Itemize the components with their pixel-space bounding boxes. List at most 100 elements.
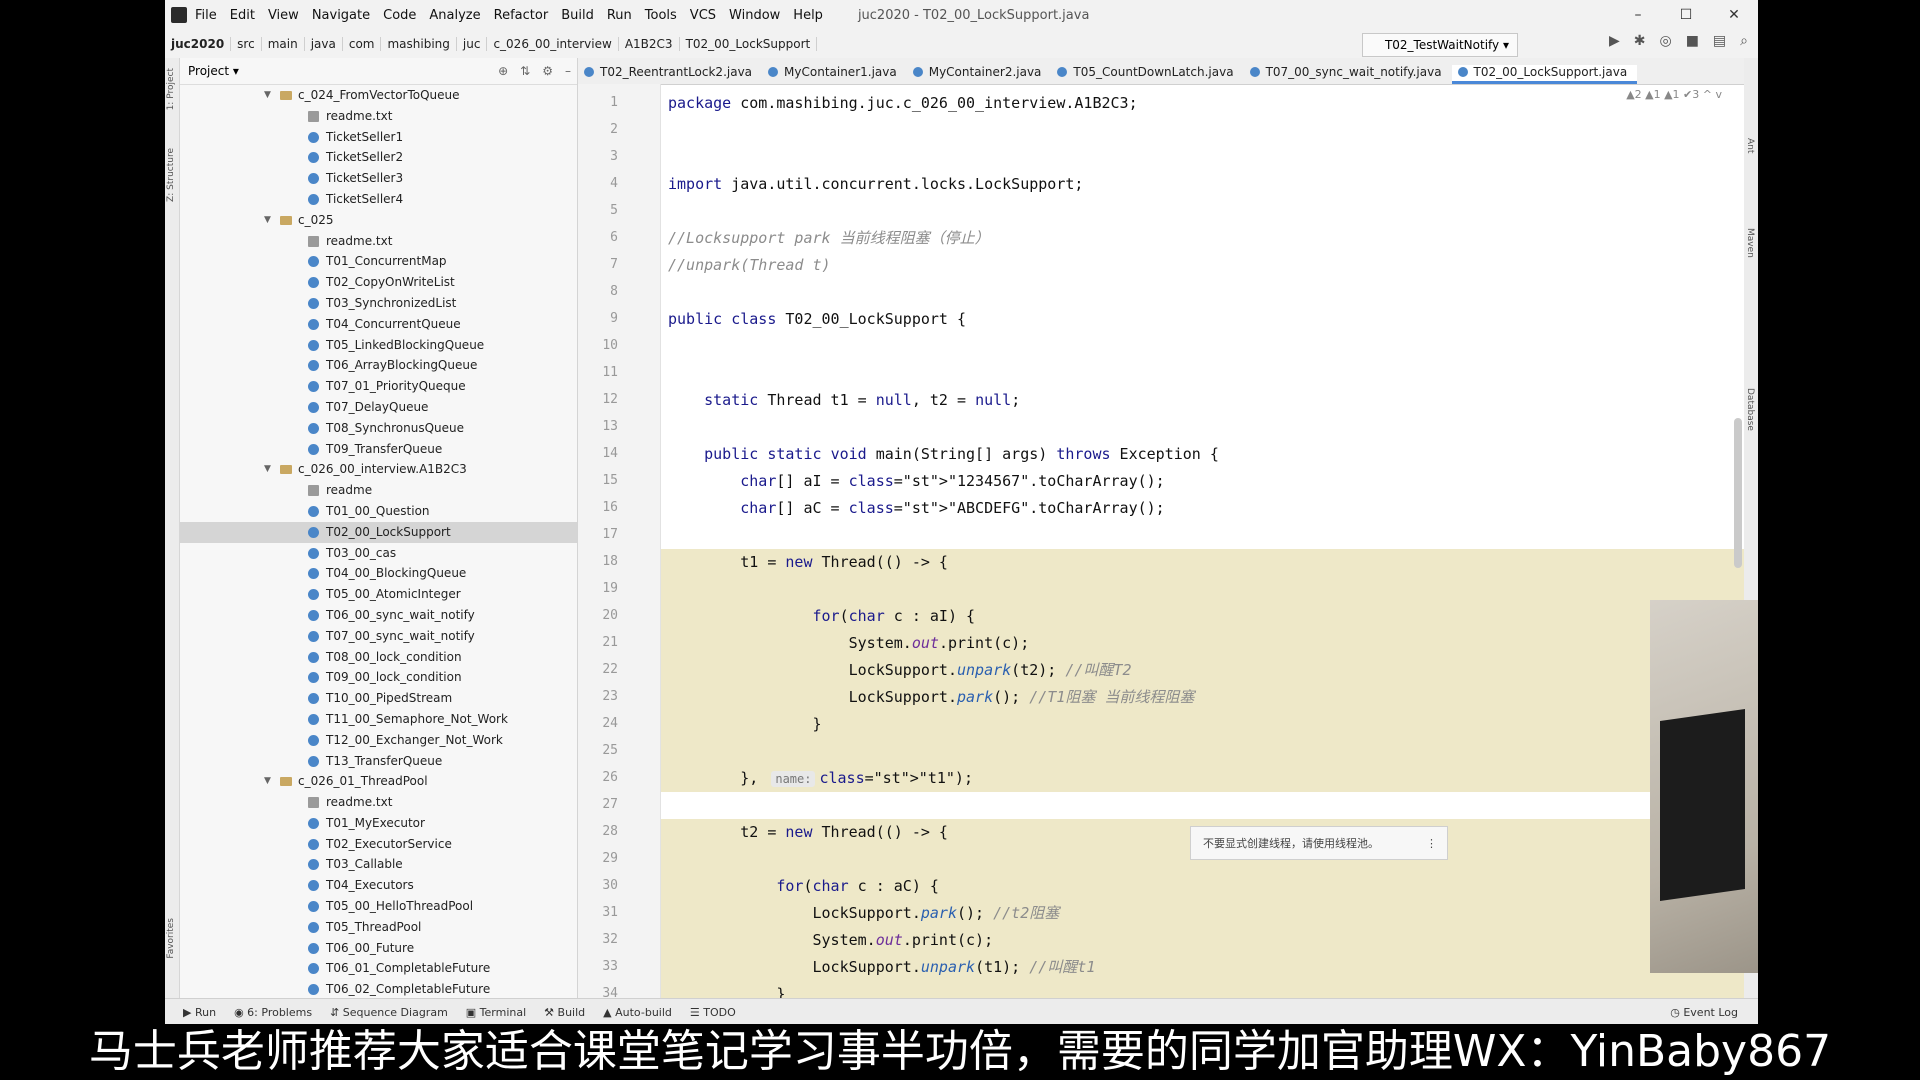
tree-file[interactable]: T11_00_Semaphore_Not_Work: [180, 709, 577, 730]
project-view-select[interactable]: Project ▾: [188, 64, 239, 78]
chevron-down-icon[interactable]: ▼: [264, 771, 271, 792]
search-icon[interactable]: ⌕: [1740, 33, 1748, 49]
tree-file[interactable]: T02_CopyOnWriteList: [180, 272, 577, 293]
tree-file[interactable]: T09_00_lock_condition: [180, 667, 577, 688]
inspection-widget[interactable]: ▲2 ▲1 ▲1 ✔3 ^ v: [1626, 88, 1722, 101]
tree-file[interactable]: T07_DelayQueue: [180, 397, 577, 418]
code-line[interactable]: static Thread t1 = null, t2 = null;: [661, 387, 1744, 414]
code-line[interactable]: System.out.print(c);: [661, 630, 1744, 657]
stop-icon[interactable]: ■: [1686, 33, 1699, 49]
maximize-icon[interactable]: ☐: [1662, 0, 1710, 30]
code-line[interactable]: }: [661, 711, 1744, 738]
menu-navigate[interactable]: Navigate: [312, 8, 370, 23]
coverage-icon[interactable]: ◎: [1659, 33, 1671, 49]
chevron-down-icon[interactable]: ▼: [264, 85, 271, 106]
tree-file[interactable]: T13_TransferQueue: [180, 751, 577, 772]
code-line[interactable]: LockSupport.unpark(t2); //叫醒T2: [661, 657, 1744, 684]
code-line[interactable]: [661, 360, 1744, 387]
tool-problems[interactable]: ◉ 6: Problems: [234, 1006, 312, 1019]
editor-tab[interactable]: T07_00_sync_wait_notify.java: [1244, 65, 1452, 84]
tree-folder[interactable]: ▼ c_026_00_interview.A1B2C3: [180, 459, 577, 480]
editor-tab[interactable]: T05_CountDownLatch.java: [1051, 65, 1243, 84]
tree-file[interactable]: T03_SynchronizedList: [180, 293, 577, 314]
tool-todo[interactable]: ☰ TODO: [690, 1006, 736, 1019]
tree-file[interactable]: T08_SynchronusQueue: [180, 418, 577, 439]
code-line[interactable]: import java.util.concurrent.locks.LockSu…: [661, 171, 1744, 198]
menu-vcs[interactable]: VCS: [690, 8, 716, 23]
tree-file[interactable]: T01_MyExecutor: [180, 813, 577, 834]
breadcrumb-item[interactable]: com: [343, 37, 382, 51]
code-line[interactable]: char[] aC = class="st">"ABCDEFG".toCharA…: [661, 495, 1744, 522]
tree-folder[interactable]: ▼ c_024_FromVectorToQueue: [180, 85, 577, 106]
code-line[interactable]: [661, 576, 1744, 603]
editor-tab[interactable]: T02_00_LockSupport.java: [1451, 65, 1638, 84]
tree-file[interactable]: T05_ThreadPool: [180, 917, 577, 938]
tree-file[interactable]: T06_ArrayBlockingQueue: [180, 355, 577, 376]
menu-analyze[interactable]: Analyze: [429, 8, 480, 23]
tree-file[interactable]: T05_00_AtomicInteger: [180, 584, 577, 605]
breadcrumb-item[interactable]: juc: [457, 37, 488, 51]
tool-run[interactable]: ▶ Run: [183, 1006, 216, 1019]
breadcrumb-item[interactable]: c_026_00_interview: [487, 37, 619, 51]
code-line[interactable]: [661, 333, 1744, 360]
tree-file[interactable]: T03_Callable: [180, 854, 577, 875]
breadcrumb-item[interactable]: A1B2C3: [619, 37, 680, 51]
tree-file[interactable]: T12_00_Exchanger_Not_Work: [180, 730, 577, 751]
tool-build[interactable]: ⚒ Build: [544, 1006, 585, 1019]
tool-window-database[interactable]: Database: [1745, 388, 1755, 431]
tree-file[interactable]: T01_00_Question: [180, 501, 577, 522]
code-line[interactable]: t1 = new Thread(() -> {: [661, 549, 1744, 576]
tree-file[interactable]: T09_TransferQueue: [180, 439, 577, 460]
tool-window-ant[interactable]: Ant: [1745, 138, 1755, 153]
tree-file[interactable]: T04_00_BlockingQueue: [180, 563, 577, 584]
tree-file[interactable]: TicketSeller2: [180, 147, 577, 168]
tree-file[interactable]: T05_LinkedBlockingQueue: [180, 335, 577, 356]
tree-file[interactable]: readme.txt: [180, 106, 577, 127]
menu-tools[interactable]: Tools: [645, 8, 677, 23]
tree-file[interactable]: TicketSeller4: [180, 189, 577, 210]
menu-window[interactable]: Window: [729, 8, 780, 23]
code-line[interactable]: [661, 414, 1744, 441]
tree-file[interactable]: T02_00_LockSupport: [180, 521, 577, 543]
code-line[interactable]: [661, 117, 1744, 144]
editor-tab[interactable]: T02_ReentrantLock2.java: [578, 65, 762, 84]
close-icon[interactable]: ✕: [1710, 0, 1758, 30]
code-line[interactable]: //unpark(Thread t): [661, 252, 1744, 279]
tree-file[interactable]: T07_00_sync_wait_notify: [180, 626, 577, 647]
tool-window-maven[interactable]: Maven: [1745, 228, 1755, 258]
menu-help[interactable]: Help: [793, 8, 823, 23]
tree-folder[interactable]: ▼ c_026_01_ThreadPool: [180, 771, 577, 792]
tree-folder[interactable]: ▼ c_025: [180, 210, 577, 231]
code-line[interactable]: char[] aI = class="st">"1234567".toCharA…: [661, 468, 1744, 495]
tree-file[interactable]: T06_02_CompletableFuture: [180, 979, 577, 998]
minimize-icon[interactable]: –: [1614, 0, 1662, 30]
code-line[interactable]: LockSupport.park(); //T1阻塞 当前线程阻塞: [661, 684, 1744, 711]
code-line[interactable]: [661, 792, 1744, 819]
menu-code[interactable]: Code: [383, 8, 416, 23]
code-line[interactable]: public class T02_00_LockSupport {: [661, 306, 1744, 333]
run-config-select[interactable]: T02_TestWaitNotify ▾: [1361, 33, 1518, 57]
code-line[interactable]: [661, 738, 1744, 765]
tree-file[interactable]: T01_ConcurrentMap: [180, 251, 577, 272]
tree-file[interactable]: T04_ConcurrentQueue: [180, 314, 577, 335]
code-line[interactable]: [661, 279, 1744, 306]
gear-icon[interactable]: ⚙: [542, 64, 553, 78]
structure-icon[interactable]: ▤: [1713, 33, 1726, 49]
breadcrumb-item[interactable]: main: [262, 37, 305, 51]
chevron-down-icon[interactable]: ▼: [264, 210, 271, 231]
code-line[interactable]: LockSupport.park(); //t2阻塞: [661, 900, 1744, 927]
locate-icon[interactable]: ⊕: [498, 64, 508, 78]
tree-file[interactable]: T06_01_CompletableFuture: [180, 958, 577, 979]
breadcrumb-item[interactable]: src: [231, 37, 262, 51]
tool-auto-build[interactable]: ▲ Auto-build: [603, 1006, 672, 1019]
tool-window-structure[interactable]: Z: Structure: [166, 148, 176, 202]
tree-file[interactable]: T02_ExecutorService: [180, 834, 577, 855]
tree-file[interactable]: T07_01_PriorityQueque: [180, 376, 577, 397]
menu-edit[interactable]: Edit: [230, 8, 255, 23]
tree-file[interactable]: T10_00_PipedStream: [180, 688, 577, 709]
tree-file[interactable]: T05_00_HelloThreadPool: [180, 896, 577, 917]
breadcrumb-item[interactable]: T02_00_LockSupport: [680, 37, 818, 51]
code-line[interactable]: [661, 198, 1744, 225]
tool-window-favorites[interactable]: Favorites: [166, 918, 176, 959]
tree-file[interactable]: readme: [180, 480, 577, 501]
